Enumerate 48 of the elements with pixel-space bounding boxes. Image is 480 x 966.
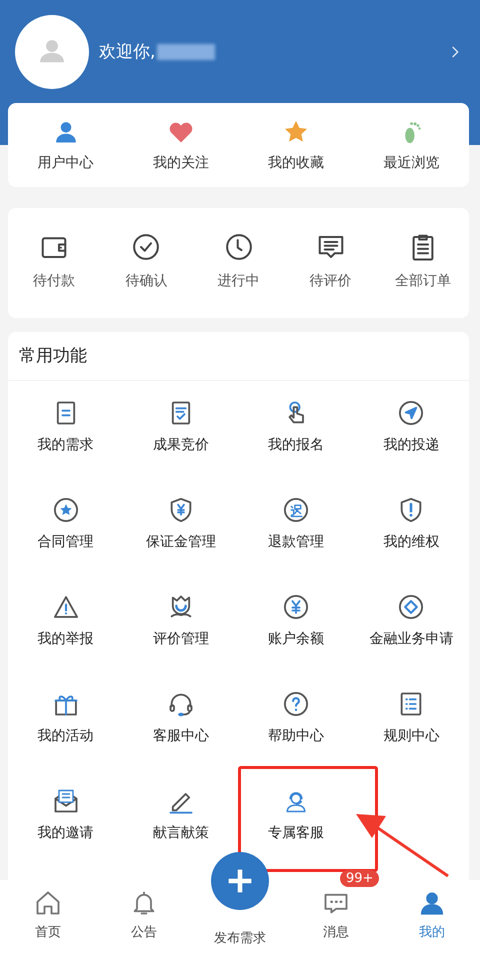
clock-icon: [224, 232, 254, 262]
function-item[interactable]: 成果竞价: [152, 399, 209, 454]
function-item[interactable]: 我的投递: [383, 399, 440, 454]
tab[interactable]: 发布需求: [214, 929, 266, 947]
order-status-item[interactable]: 待确认: [100, 232, 192, 290]
function-item[interactable]: 我的需求: [38, 399, 94, 454]
order-status-item[interactable]: 待评价: [284, 232, 377, 290]
function-item[interactable]: 规则中心: [383, 690, 440, 745]
tab[interactable]: 首页: [34, 880, 62, 941]
shortcut-item[interactable]: 最近浏览: [354, 118, 469, 172]
function-item[interactable]: 客服中心: [152, 690, 209, 745]
question-circle-icon: [282, 690, 310, 718]
function-item[interactable]: 合同管理: [38, 496, 94, 551]
function-item[interactable]: 献言献策: [152, 787, 209, 842]
function-item[interactable]: 我的维权: [383, 496, 440, 551]
order-status-item[interactable]: 全部订单: [376, 232, 470, 290]
function-item[interactable]: 我的举报: [38, 593, 94, 648]
order-status-item[interactable]: 进行中: [192, 232, 285, 290]
navigation-icon: [397, 399, 426, 427]
profile-row[interactable]: 欢迎你,: [8, 0, 469, 103]
function-item[interactable]: 账户余额: [268, 593, 324, 648]
yen-circle-icon: [282, 593, 310, 621]
function-item[interactable]: 帮助中心: [268, 690, 324, 745]
function-item[interactable]: 退款管理: [268, 496, 324, 551]
check-circle-icon: [131, 232, 162, 262]
function-item[interactable]: 评价管理: [152, 593, 209, 648]
envelope-icon: [52, 787, 80, 815]
function-item[interactable]: 我的报名: [268, 399, 324, 454]
star-badge-icon: [52, 496, 80, 524]
refund-circle-icon: [282, 496, 310, 524]
diamond-circle-icon: [397, 593, 426, 621]
function-item[interactable]: 我的邀请: [38, 787, 94, 842]
tab[interactable]: 公告: [130, 880, 158, 941]
count-badge: 99+: [340, 870, 380, 887]
section-title: 常用功能: [8, 332, 469, 381]
function-item[interactable]: 专属客服: [268, 787, 324, 842]
function-item[interactable]: 我的活动: [38, 690, 94, 745]
greeting-text: 欢迎你,: [99, 41, 156, 63]
tab[interactable]: 我的: [418, 880, 446, 941]
home-icon: [34, 889, 62, 917]
shortcut-item[interactable]: 用户中心: [8, 118, 124, 172]
blurred-name: [157, 44, 216, 60]
order-status-item[interactable]: 待付款: [8, 232, 100, 290]
warning-icon: [52, 593, 80, 621]
shortcut-item[interactable]: 我的关注: [123, 118, 238, 172]
shortcut-item[interactable]: 我的收藏: [238, 118, 354, 172]
function-item[interactable]: 金融业务申请: [369, 593, 454, 648]
function-item[interactable]: 保证金管理: [146, 496, 216, 551]
